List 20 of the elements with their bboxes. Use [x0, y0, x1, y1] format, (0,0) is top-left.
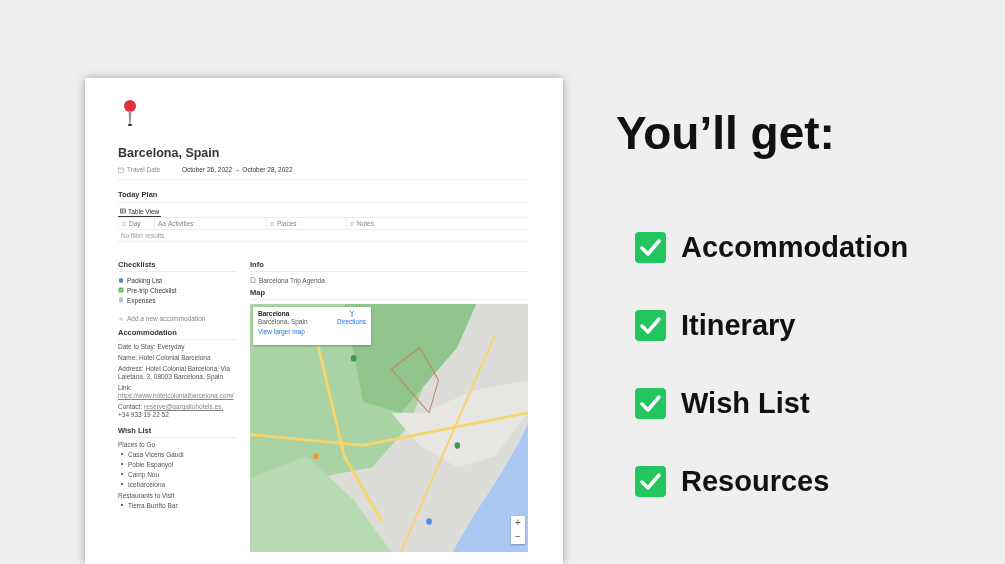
document-icon	[250, 277, 256, 283]
feature-label: Wish List	[681, 386, 810, 420]
list-icon	[121, 220, 127, 227]
zoom-in-button[interactable]: +	[511, 516, 525, 530]
checkbox-icon	[118, 287, 124, 293]
headline: You’ll get:	[616, 106, 836, 160]
calendar-icon	[118, 166, 124, 173]
list-icon	[269, 220, 275, 227]
pushpin-icon	[123, 100, 137, 128]
page-title: Barcelona, Spain	[118, 145, 221, 161]
feature-label: Accommodation	[681, 230, 909, 264]
table-icon	[120, 208, 126, 214]
feature-label: Itinerary	[681, 308, 796, 342]
backpack-icon	[118, 277, 124, 283]
notepad-icon	[118, 297, 124, 303]
plus-icon	[118, 315, 124, 322]
feature-label: Resources	[681, 464, 830, 498]
directions-icon	[348, 310, 355, 317]
zoom-out-button[interactable]: −	[511, 530, 525, 544]
list-icon	[349, 220, 355, 227]
